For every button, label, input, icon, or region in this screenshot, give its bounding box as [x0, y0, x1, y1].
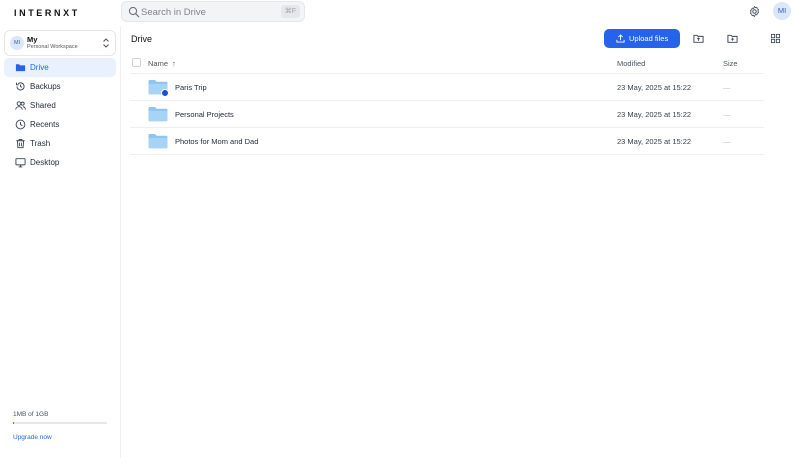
shared-badge-icon [161, 89, 169, 97]
sidebar-item-desktop[interactable]: Desktop [4, 153, 116, 172]
table-row[interactable]: Personal Projects 23 May, 2025 at 15:22 … [130, 101, 764, 128]
sidebar-item-drive[interactable]: Drive [4, 58, 116, 77]
workspace-avatar: MI [10, 36, 24, 50]
app-window: INTERNXT ⌘F MI MI My Personal Workspace [0, 0, 800, 458]
file-modified: 23 May, 2025 at 15:22 [617, 110, 692, 119]
search-box[interactable]: ⌘F [121, 1, 305, 22]
clock-icon [15, 119, 26, 130]
users-icon [15, 101, 26, 110]
storage-progress-fill [13, 422, 14, 424]
search-shortcut-badge: ⌘F [280, 5, 300, 18]
workspace-switcher[interactable]: MI My Personal Workspace [4, 30, 116, 56]
main-content: Drive Upload files Name ↑ Modified Size … [122, 26, 800, 458]
top-bar: INTERNXT ⌘F MI [0, 0, 800, 26]
sidebar-item-shared[interactable]: Shared [4, 96, 116, 115]
user-avatar[interactable]: MI [773, 2, 791, 20]
column-header-name-label: Name [148, 59, 169, 68]
new-folder-icon[interactable] [727, 33, 738, 44]
search-input[interactable] [141, 4, 271, 20]
app-logo[interactable]: INTERNXT [14, 8, 80, 18]
upgrade-link[interactable]: Upgrade now [13, 434, 108, 441]
sidebar-item-label: Drive [30, 63, 49, 72]
upload-files-button[interactable]: Upload files [604, 29, 680, 48]
file-table: Name ↑ Modified Size Paris Trip 23 May, … [130, 54, 764, 155]
grid-view-icon[interactable] [770, 33, 781, 44]
file-name: Personal Projects [175, 110, 234, 119]
file-size: — [723, 137, 731, 146]
folder-icon [148, 134, 168, 149]
workspace-name: My [27, 35, 38, 44]
chevron-up-down-icon [103, 38, 109, 48]
upload-files-label: Upload files [629, 34, 669, 43]
file-modified: 23 May, 2025 at 15:22 [617, 83, 692, 92]
sidebar-item-label: Trash [30, 139, 51, 148]
column-header-size[interactable]: Size [723, 59, 738, 68]
gear-icon[interactable] [748, 5, 761, 18]
storage-usage-text: 1MB of 1GB [13, 411, 49, 418]
sidebar-nav: Drive Backups Shared Recents Trash Deskt… [4, 58, 116, 172]
file-name: Photos for Mom and Dad [175, 137, 259, 146]
sidebar-item-trash[interactable]: Trash [4, 134, 116, 153]
file-modified: 23 May, 2025 at 15:22 [617, 137, 692, 146]
sidebar-item-label: Backups [30, 82, 61, 91]
sort-ascending-icon: ↑ [172, 59, 176, 68]
column-header-name[interactable]: Name ↑ [148, 59, 176, 68]
sidebar-item-label: Recents [30, 120, 60, 129]
folder-icon [148, 107, 168, 122]
storage-progress-bar [13, 422, 107, 424]
history-icon [16, 82, 25, 91]
sidebar: MI My Personal Workspace Drive Backups S… [0, 26, 121, 458]
file-name: Paris Trip [175, 83, 207, 92]
table-header: Name ↑ Modified Size [130, 54, 764, 74]
folder-icon [15, 64, 26, 72]
upload-icon [616, 34, 625, 43]
page-title: Drive [131, 34, 153, 44]
sidebar-item-label: Desktop [30, 158, 60, 167]
column-header-modified[interactable]: Modified [617, 59, 645, 68]
sidebar-item-backups[interactable]: Backups [4, 77, 116, 96]
file-size: — [723, 83, 731, 92]
search-icon [128, 6, 140, 18]
select-all-checkbox[interactable] [132, 58, 141, 67]
sidebar-item-label: Shared [30, 101, 56, 110]
desktop-icon [15, 158, 26, 168]
file-size: — [723, 110, 731, 119]
workspace-subtitle: Personal Workspace [27, 44, 78, 50]
trash-icon [16, 139, 25, 149]
storage-usage: 1MB of 1GB Upgrade now [13, 411, 108, 441]
table-row[interactable]: Paris Trip 23 May, 2025 at 15:22 — [130, 74, 764, 101]
table-row[interactable]: Photos for Mom and Dad 23 May, 2025 at 1… [130, 128, 764, 155]
upload-folder-icon[interactable] [693, 33, 704, 44]
sidebar-item-recents[interactable]: Recents [4, 115, 116, 134]
